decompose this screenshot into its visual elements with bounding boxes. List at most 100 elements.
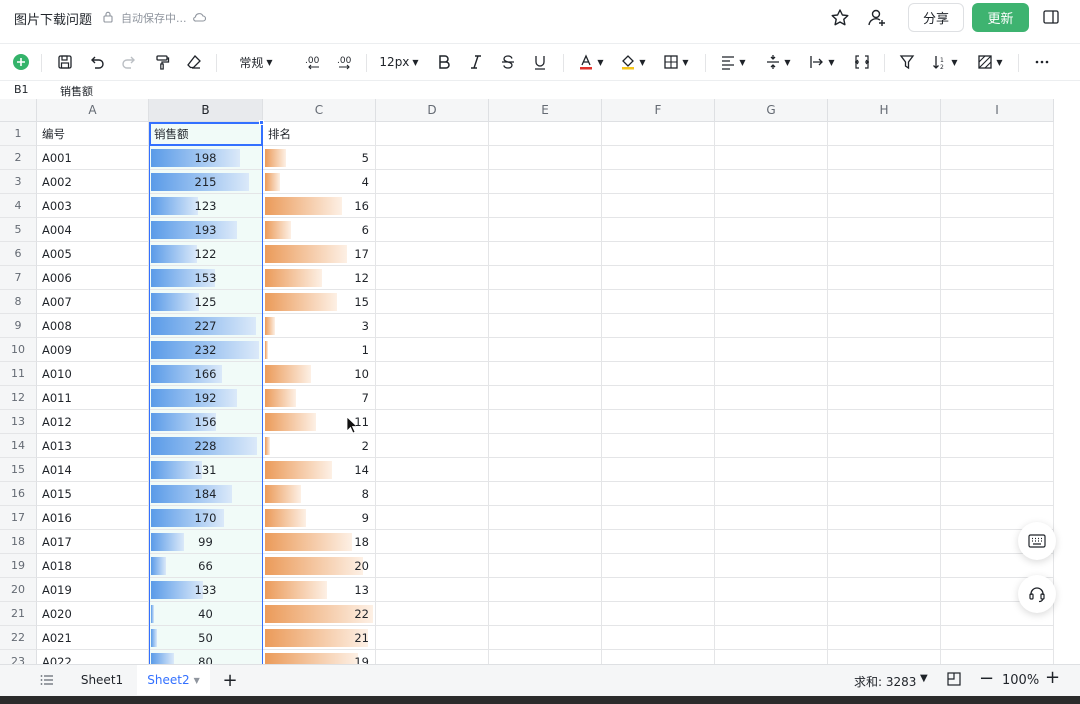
row-header[interactable]: 17: [0, 506, 37, 530]
cell-b[interactable]: 193: [149, 218, 263, 242]
cell-h[interactable]: [828, 386, 941, 410]
cell-a[interactable]: A008: [37, 314, 149, 338]
cell-a[interactable]: A014: [37, 458, 149, 482]
cell-d[interactable]: [376, 554, 489, 578]
cell-d[interactable]: [376, 290, 489, 314]
font-size-dropdown[interactable]: 12px ▼: [378, 50, 420, 74]
strikethrough-button[interactable]: [498, 50, 518, 74]
cell-i[interactable]: [941, 146, 1054, 170]
cell-reference[interactable]: B1: [14, 83, 29, 96]
sort-button[interactable]: 1 2 ▼: [929, 50, 961, 74]
cell-e[interactable]: [489, 122, 602, 146]
update-button[interactable]: 更新: [972, 3, 1029, 32]
cell-h[interactable]: [828, 122, 941, 146]
zoom-out-button[interactable]: −: [979, 668, 994, 689]
cell-b[interactable]: 232: [149, 338, 263, 362]
cell-f[interactable]: [602, 410, 715, 434]
cell-h[interactable]: [828, 290, 941, 314]
cell-e[interactable]: [489, 602, 602, 626]
cell-a[interactable]: A022: [37, 650, 149, 664]
cell-g[interactable]: [715, 338, 828, 362]
cell-e[interactable]: [489, 482, 602, 506]
cell-e[interactable]: [489, 314, 602, 338]
cell-g[interactable]: [715, 482, 828, 506]
increase-decimal-button[interactable]: .00: [333, 50, 357, 74]
cell-e[interactable]: [489, 290, 602, 314]
cell-i[interactable]: [941, 170, 1054, 194]
cell-e[interactable]: [489, 506, 602, 530]
row-header[interactable]: 3: [0, 170, 37, 194]
cell-e[interactable]: [489, 458, 602, 482]
cell-h[interactable]: [828, 458, 941, 482]
cell-d[interactable]: [376, 338, 489, 362]
sheet-tab-sheet2[interactable]: Sheet2 ▼: [137, 665, 210, 695]
cell-e[interactable]: [489, 146, 602, 170]
row-header[interactable]: 23: [0, 650, 37, 664]
cell-f[interactable]: [602, 242, 715, 266]
cell-b[interactable]: 156: [149, 410, 263, 434]
cell-d[interactable]: [376, 218, 489, 242]
cell-a[interactable]: A012: [37, 410, 149, 434]
cell-g[interactable]: [715, 266, 828, 290]
select-all-corner[interactable]: [0, 99, 37, 122]
cell-c[interactable]: 14: [263, 458, 376, 482]
formula-input[interactable]: 销售额: [60, 83, 93, 99]
cell-h[interactable]: [828, 170, 941, 194]
row-header[interactable]: 4: [0, 194, 37, 218]
italic-button[interactable]: [466, 50, 486, 74]
cell-g[interactable]: [715, 602, 828, 626]
cell-g[interactable]: [715, 530, 828, 554]
cell-c[interactable]: 排名: [263, 122, 376, 146]
cell-a[interactable]: A020: [37, 602, 149, 626]
horizontal-align-button[interactable]: ▼: [717, 50, 749, 74]
row-header[interactable]: 22: [0, 626, 37, 650]
cell-d[interactable]: [376, 266, 489, 290]
undo-button[interactable]: [87, 50, 107, 74]
cell-b[interactable]: 170: [149, 506, 263, 530]
column-header-a[interactable]: A: [37, 99, 149, 122]
fill-color-button[interactable]: ▼: [617, 50, 649, 74]
cell-f[interactable]: [602, 458, 715, 482]
cell-c[interactable]: 21: [263, 626, 376, 650]
cell-e[interactable]: [489, 218, 602, 242]
cell-g[interactable]: [715, 194, 828, 218]
cell-h[interactable]: [828, 434, 941, 458]
merge-cells-button[interactable]: [851, 50, 873, 74]
row-header[interactable]: 7: [0, 266, 37, 290]
cell-b[interactable]: 131: [149, 458, 263, 482]
cell-f[interactable]: [602, 290, 715, 314]
cell-g[interactable]: [715, 506, 828, 530]
cell-h[interactable]: [828, 218, 941, 242]
cell-b[interactable]: 166: [149, 362, 263, 386]
cell-i[interactable]: [941, 434, 1054, 458]
cell-d[interactable]: [376, 194, 489, 218]
cell-b[interactable]: 227: [149, 314, 263, 338]
row-header[interactable]: 10: [0, 338, 37, 362]
cell-h[interactable]: [828, 554, 941, 578]
cell-f[interactable]: [602, 170, 715, 194]
row-header[interactable]: 8: [0, 290, 37, 314]
cell-c[interactable]: 8: [263, 482, 376, 506]
zoom-in-button[interactable]: +: [1045, 667, 1060, 688]
document-title[interactable]: 图片下载问题: [14, 9, 92, 28]
column-header-i[interactable]: I: [941, 99, 1054, 122]
cell-g[interactable]: [715, 650, 828, 664]
cell-b[interactable]: 123: [149, 194, 263, 218]
cell-i[interactable]: [941, 338, 1054, 362]
cell-f[interactable]: [602, 146, 715, 170]
cell-i[interactable]: [941, 122, 1054, 146]
cell-i[interactable]: [941, 362, 1054, 386]
cell-e[interactable]: [489, 626, 602, 650]
add-collaborator-icon[interactable]: [867, 8, 887, 28]
cell-d[interactable]: [376, 434, 489, 458]
row-header[interactable]: 12: [0, 386, 37, 410]
cell-c[interactable]: 9: [263, 506, 376, 530]
cell-b[interactable]: 184: [149, 482, 263, 506]
cell-a[interactable]: A021: [37, 626, 149, 650]
cell-b[interactable]: 80: [149, 650, 263, 664]
cell-d[interactable]: [376, 386, 489, 410]
cell-i[interactable]: [941, 314, 1054, 338]
cell-d[interactable]: [376, 362, 489, 386]
cell-f[interactable]: [602, 530, 715, 554]
underline-button[interactable]: [530, 50, 550, 74]
